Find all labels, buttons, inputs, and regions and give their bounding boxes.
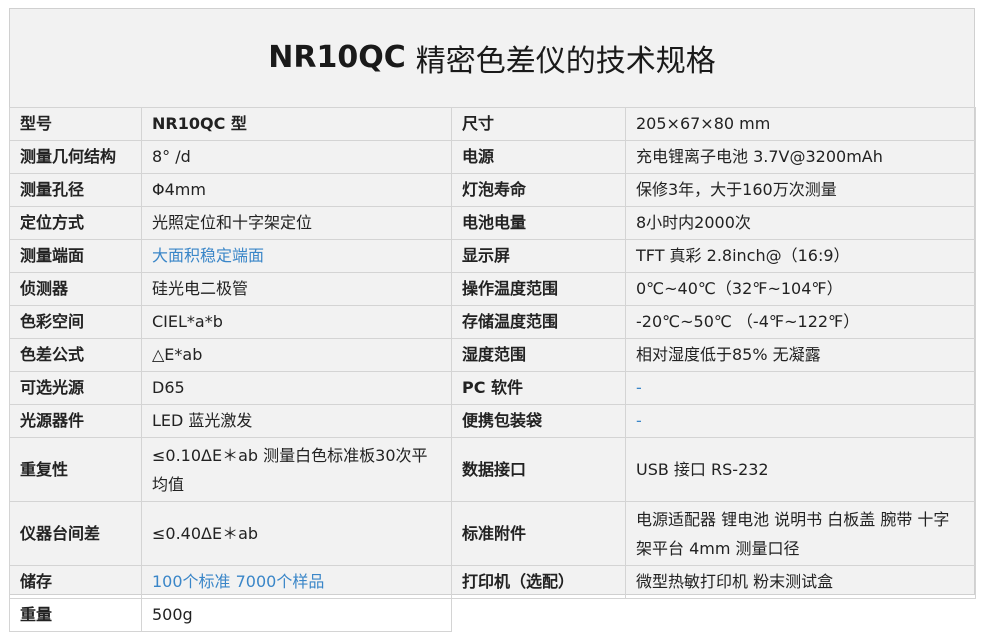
spec-value: USB 接口 RS-232 [625, 437, 976, 502]
spec-value: NR10QC 型 [141, 107, 452, 141]
table-row: 光源器件 LED 蓝光激发 便携包装袋 - [9, 404, 976, 438]
spec-value: 205×67×80 mm [625, 107, 976, 141]
table-row: 储存 100个标准 7000个样品 打印机（选配） 微型热敏打印机 粉末测试盒 [9, 565, 976, 599]
table-row: 重量 500g [9, 598, 976, 632]
spec-key: 光源器件 [9, 404, 142, 438]
spec-value: 大面积稳定端面 [141, 239, 452, 273]
spec-value: ≤0.10ΔE＊ab 测量白色标准板30次平均值 [141, 437, 452, 502]
spec-value: CIEL*a*b [141, 305, 452, 339]
spec-key: 色差公式 [9, 338, 142, 372]
spec-value: 相对湿度低于85% 无凝露 [625, 338, 976, 372]
spec-value: 保修3年，大于160万次测量 [625, 173, 976, 207]
table-row: 测量孔径 Φ4mm 灯泡寿命 保修3年，大于160万次测量 [9, 173, 976, 207]
spec-key: 数据接口 [451, 437, 626, 502]
spec-value: -20℃~50℃ （-4℉~122℉） [625, 305, 976, 339]
spec-value: 硅光电二极管 [141, 272, 452, 306]
page-title: NR10QC 精密色差仪的技术规格 [9, 8, 975, 107]
spec-key: 电池电量 [451, 206, 626, 240]
spec-key: 标准附件 [451, 501, 626, 566]
spec-key: PC 软件 [451, 371, 626, 405]
spec-value: 100个标准 7000个样品 [141, 565, 452, 599]
table-row: 重复性 ≤0.10ΔE＊ab 测量白色标准板30次平均值 数据接口 USB 接口… [9, 437, 976, 502]
table-row: 测量端面 大面积稳定端面 显示屏 TFT 真彩 2.8inch@（16:9） [9, 239, 976, 273]
table-row: 侦测器 硅光电二极管 操作温度范围 0℃~40℃（32℉~104℉） [9, 272, 976, 306]
spec-table: 型号 NR10QC 型 尺寸 205×67×80 mm 测量几何结构 8° /d… [9, 107, 976, 632]
spec-value: 光照定位和十字架定位 [141, 206, 452, 240]
spec-value: - [625, 371, 976, 405]
spec-value: 充电锂离子电池 3.7V@3200mAh [625, 140, 976, 174]
spec-value: 8小时内2000次 [625, 206, 976, 240]
spec-value: △E*ab [141, 338, 452, 372]
spec-key: 湿度范围 [451, 338, 626, 372]
spec-value: TFT 真彩 2.8inch@（16:9） [625, 239, 976, 273]
spec-key: 显示屏 [451, 239, 626, 273]
spec-key: 测量端面 [9, 239, 142, 273]
spec-key: 定位方式 [9, 206, 142, 240]
spec-value: 微型热敏打印机 粉末测试盒 [625, 565, 976, 599]
table-row: 色彩空间 CIEL*a*b 存储温度范围 -20℃~50℃ （-4℉~122℉） [9, 305, 976, 339]
spec-key: 重量 [9, 598, 142, 632]
table-row: 仪器台间差 ≤0.40ΔE＊ab 标准附件 电源适配器 锂电池 说明书 白板盖 … [9, 501, 976, 566]
spec-key: 测量几何结构 [9, 140, 142, 174]
spec-key: 便携包装袋 [451, 404, 626, 438]
spec-value: ≤0.40ΔE＊ab [141, 501, 452, 566]
spec-key: 存储温度范围 [451, 305, 626, 339]
spec-key: 测量孔径 [9, 173, 142, 207]
spec-value: Φ4mm [141, 173, 452, 207]
spec-key: 操作温度范围 [451, 272, 626, 306]
spec-key: 型号 [9, 107, 142, 141]
spec-key: 色彩空间 [9, 305, 142, 339]
title-text: 精密色差仪的技术规格 [415, 43, 716, 79]
spec-key: 仪器台间差 [9, 501, 142, 566]
table-row: 色差公式 △E*ab 湿度范围 相对湿度低于85% 无凝露 [9, 338, 976, 372]
empty-cell [451, 598, 976, 632]
spec-value: 0℃~40℃（32℉~104℉） [625, 272, 976, 306]
table-row: 可选光源 D65 PC 软件 - [9, 371, 976, 405]
spec-key: 重复性 [9, 437, 142, 502]
spec-value: 500g [141, 598, 452, 632]
spec-value: LED 蓝光激发 [141, 404, 452, 438]
spec-value: D65 [141, 371, 452, 405]
title-model: NR10QC [268, 40, 406, 75]
spec-key: 尺寸 [451, 107, 626, 141]
spec-key: 侦测器 [9, 272, 142, 306]
spec-key: 可选光源 [9, 371, 142, 405]
table-row: 定位方式 光照定位和十字架定位 电池电量 8小时内2000次 [9, 206, 976, 240]
spec-value: 8° /d [141, 140, 452, 174]
spec-key: 电源 [451, 140, 626, 174]
spec-value: 电源适配器 锂电池 说明书 白板盖 腕带 十字架平台 4mm 测量口径 [625, 501, 976, 566]
spec-key: 灯泡寿命 [451, 173, 626, 207]
spec-key: 打印机（选配） [451, 565, 626, 599]
table-row: 测量几何结构 8° /d 电源 充电锂离子电池 3.7V@3200mAh [9, 140, 976, 174]
spec-key: 储存 [9, 565, 142, 599]
table-row: 型号 NR10QC 型 尺寸 205×67×80 mm [9, 107, 976, 141]
spec-value: - [625, 404, 976, 438]
